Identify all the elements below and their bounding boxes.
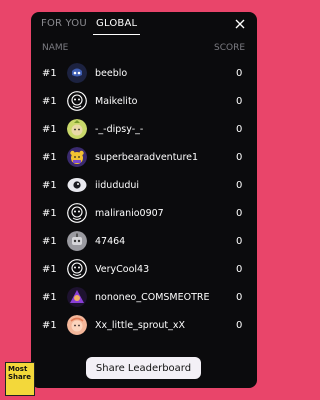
username: nononeo_COMSMEOTRE (95, 292, 210, 303)
score: 0 (236, 180, 243, 191)
default-robot-avatar (67, 91, 87, 111)
purple-character-avatar (67, 287, 87, 307)
score: 0 (236, 124, 243, 135)
purple-bear-avatar (67, 147, 87, 167)
dark-blue-character-avatar (67, 63, 87, 83)
rank: #1 (42, 264, 57, 275)
score: 0 (236, 264, 243, 275)
leaderboard-row[interactable]: #1 Xx_little_sprout_xX 0 (31, 313, 257, 341)
leaderboard-row[interactable]: #1 maliranio0907 0 (31, 201, 257, 229)
rank: #1 (42, 320, 57, 331)
rank: #1 (42, 180, 57, 191)
rank: #1 (42, 208, 57, 219)
leaderboard-row[interactable]: #1 iidududui 0 (31, 173, 257, 201)
username: 47464 (95, 236, 126, 247)
leaderboard-panel: FOR YOU GLOBAL NAME SCORE #1 beeblo 0 #1 (31, 12, 257, 388)
peach-character-avatar (67, 315, 87, 335)
score: 0 (236, 208, 243, 219)
sticker-text: Most Share (8, 365, 31, 381)
username: -_-dipsy-_- (95, 124, 144, 135)
default-robot-avatar (67, 203, 87, 223)
rank: #1 (42, 96, 57, 107)
score: 0 (236, 152, 243, 163)
score: 0 (236, 68, 243, 79)
username: Xx_little_sprout_xX (95, 320, 185, 331)
score: 0 (236, 292, 243, 303)
active-tab-indicator (93, 34, 140, 35)
username: superbearadventure1 (95, 152, 199, 163)
leaderboard-row[interactable]: #1 47464 0 (31, 229, 257, 257)
username: iidududui (95, 180, 140, 191)
leaderboard-row[interactable]: #1 beeblo 0 (31, 61, 257, 89)
rank: #1 (42, 152, 57, 163)
username: maliranio0907 (95, 208, 164, 219)
green-character-avatar (67, 119, 87, 139)
leaderboard-row[interactable]: #1 Maikelito 0 (31, 89, 257, 117)
sticker-badge: Most Share (5, 362, 35, 396)
rank: #1 (42, 68, 57, 79)
username: beeblo (95, 68, 128, 79)
score: 0 (236, 236, 243, 247)
leaderboard-row[interactable]: #1 VeryCool43 0 (31, 257, 257, 285)
column-header-score: SCORE (214, 43, 246, 53)
rank: #1 (42, 124, 57, 135)
leaderboard-row[interactable]: #1 nononeo_COMSMEOTRE 0 (31, 285, 257, 313)
leaderboard-row[interactable]: #1 superbearadventure1 0 (31, 145, 257, 173)
score: 0 (236, 320, 243, 331)
leaderboard-row[interactable]: #1 -_-dipsy-_- 0 (31, 117, 257, 145)
eye-avatar (67, 178, 87, 192)
close-icon[interactable] (233, 17, 247, 31)
rank: #1 (42, 236, 57, 247)
sticker-line-1: Most (8, 365, 28, 373)
default-robot-avatar (67, 259, 87, 279)
column-header-name: NAME (42, 43, 69, 53)
tab-bar: FOR YOU GLOBAL (31, 12, 257, 36)
rank: #1 (42, 292, 57, 303)
sticker-line-2: Share (8, 373, 31, 381)
username: Maikelito (95, 96, 138, 107)
username: VeryCool43 (95, 264, 150, 275)
share-leaderboard-button[interactable]: Share Leaderboard (86, 357, 201, 379)
score: 0 (236, 96, 243, 107)
gray-robot-avatar (67, 231, 87, 251)
tab-global[interactable]: GLOBAL (96, 18, 137, 29)
tab-for-you[interactable]: FOR YOU (41, 18, 87, 29)
